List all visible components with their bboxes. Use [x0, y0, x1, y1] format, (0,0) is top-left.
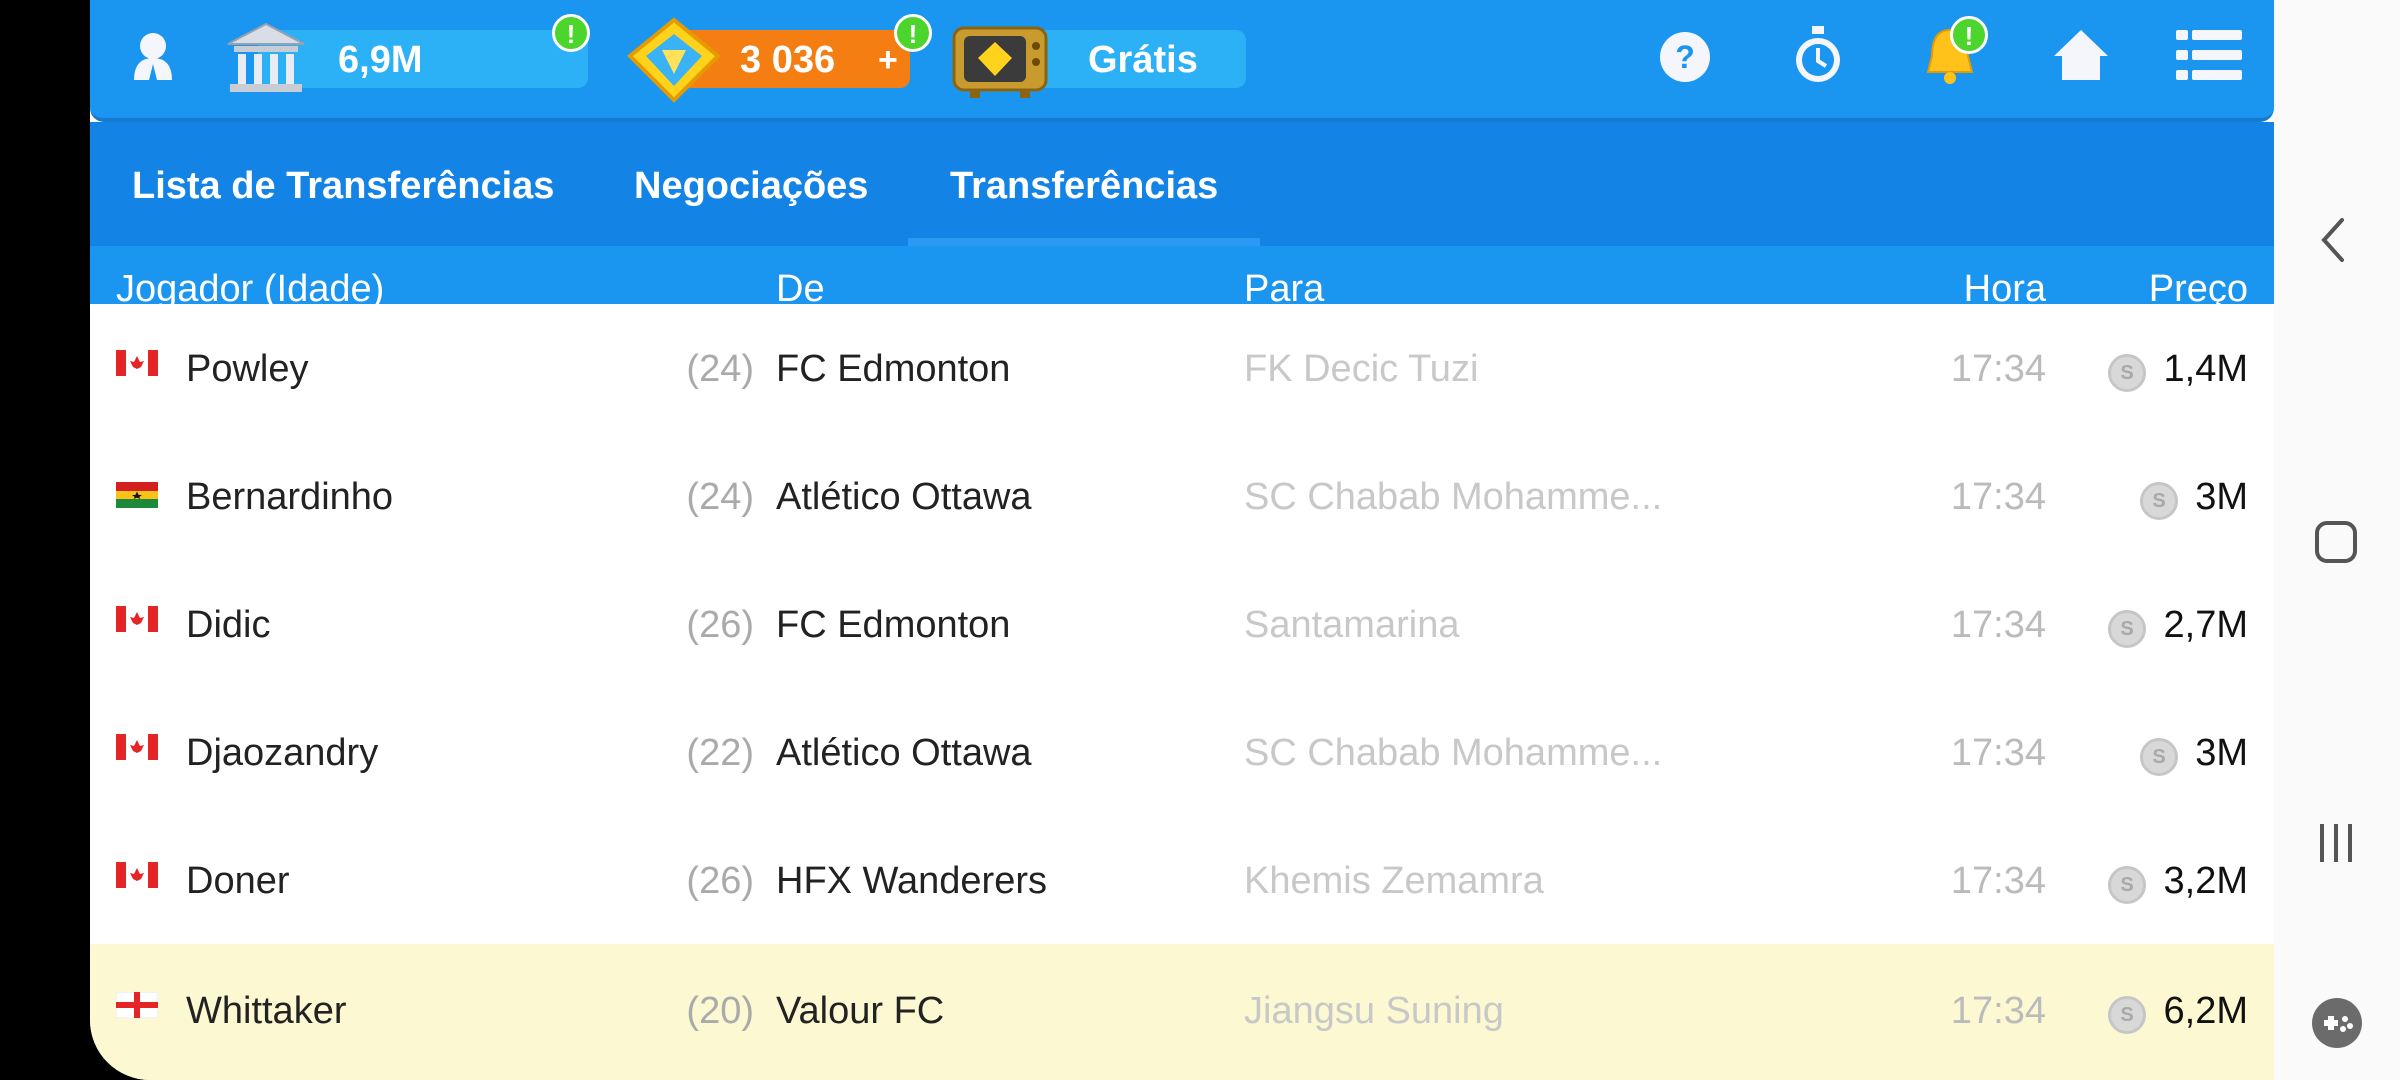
canada-flag-icon [116, 606, 158, 632]
to-club: Jiangsu Suning [1244, 990, 1504, 1032]
england-flag-icon [116, 992, 158, 1018]
transfer-price: 3M [2195, 476, 2248, 518]
player-age: (20) [686, 990, 754, 1032]
player-name: Djaozandry [186, 732, 379, 774]
transfer-price: 1,4M [2163, 348, 2248, 390]
free-video-label: Grátis [1088, 39, 1198, 81]
transfer-price: 6,2M [2163, 990, 2248, 1032]
system-navigation-bar [2274, 0, 2400, 1080]
transfer-time: 17:34 [1950, 604, 2046, 646]
menu-icon[interactable] [2176, 28, 2242, 82]
player-name: Whittaker [186, 990, 347, 1032]
money-alert-badge: ! [552, 14, 590, 52]
from-club: HFX Wanderers [776, 860, 1047, 902]
transfer-time: 17:34 [1950, 348, 2046, 390]
transfer-price: 3M [2195, 732, 2248, 774]
table-row[interactable]: Doner (26) HFX Wanderers Khemis Zemamra … [90, 816, 2274, 946]
game-tools-icon[interactable] [2310, 996, 2364, 1050]
home-icon[interactable] [2052, 28, 2110, 82]
player-age: (24) [686, 476, 754, 518]
player-age: (26) [686, 604, 754, 646]
transfer-time: 17:34 [1950, 860, 2046, 902]
tv-icon [952, 26, 1048, 98]
player-age: (26) [686, 860, 754, 902]
top-bar: 6,9M ! 3 036 + ! Grátis ? ! [90, 0, 2274, 122]
home-button-icon[interactable] [2314, 520, 2358, 564]
player-age: (24) [686, 348, 754, 390]
recents-icon[interactable] [2318, 822, 2354, 864]
bank-icon [227, 22, 305, 92]
back-icon[interactable] [2318, 216, 2350, 264]
transfer-time: 17:34 [1950, 732, 2046, 774]
tab-negotiations[interactable]: Negociações [634, 122, 868, 246]
svg-text:?: ? [1675, 39, 1695, 75]
from-club: Atlético Ottawa [776, 732, 1032, 774]
table-row[interactable]: Powley (24) FC Edmonton FK Decic Tuzi 17… [90, 304, 2274, 434]
tab-bar: Lista de Transferências Negociações Tran… [90, 122, 2274, 246]
stopwatch-icon[interactable] [1790, 24, 1846, 86]
money-amount: 6,9M [338, 39, 423, 81]
transfers-screen: 6,9M ! 3 036 + ! Grátis ? ! Lista de Tra… [90, 0, 2274, 1080]
bell-alert-badge: ! [1950, 16, 1988, 54]
token-amount: 3 036 [740, 39, 836, 81]
from-club: Atlético Ottawa [776, 476, 1032, 518]
profile-icon[interactable] [130, 28, 176, 82]
to-club: SC Chabab Mohamme... [1244, 476, 1663, 518]
ghana-flag-icon [116, 482, 158, 508]
token-alert-badge: ! [894, 14, 932, 52]
table-row[interactable]: Didic (26) FC Edmonton Santamarina 17:34… [90, 560, 2274, 690]
table-row[interactable]: Bernardinho (24) Atlético Ottawa SC Chab… [90, 432, 2274, 562]
tab-transfers[interactable]: Transferências [950, 122, 1218, 246]
active-tab-indicator [908, 238, 1260, 246]
player-name: Didic [186, 604, 271, 646]
from-club: Valour FC [776, 990, 945, 1032]
table-row-highlighted[interactable]: Whittaker (20) Valour FC Jiangsu Suning … [90, 944, 2274, 1080]
tab-transfer-list[interactable]: Lista de Transferências [132, 122, 554, 246]
player-age: (22) [686, 732, 754, 774]
from-club: FC Edmonton [776, 348, 1011, 390]
to-club: Santamarina [1244, 604, 1460, 646]
player-name: Powley [186, 348, 309, 390]
help-icon[interactable]: ? [1658, 30, 1712, 84]
to-club: Khemis Zemamra [1244, 860, 1544, 902]
table-row[interactable]: Djaozandry (22) Atlético Ottawa SC Chaba… [90, 688, 2274, 818]
transfer-price: 3,2M [2163, 860, 2248, 902]
transfer-price: 2,7M [2163, 604, 2248, 646]
canada-flag-icon [116, 734, 158, 760]
from-club: FC Edmonton [776, 604, 1011, 646]
canada-flag-icon [116, 862, 158, 888]
canada-flag-icon [116, 350, 158, 376]
transfer-time: 17:34 [1950, 990, 2046, 1032]
to-club: SC Chabab Mohamme... [1244, 732, 1663, 774]
transfer-time: 17:34 [1950, 476, 2046, 518]
player-name: Doner [186, 860, 290, 902]
token-icon [627, 17, 721, 103]
player-name: Bernardinho [186, 476, 394, 518]
to-club: FK Decic Tuzi [1244, 348, 1479, 390]
